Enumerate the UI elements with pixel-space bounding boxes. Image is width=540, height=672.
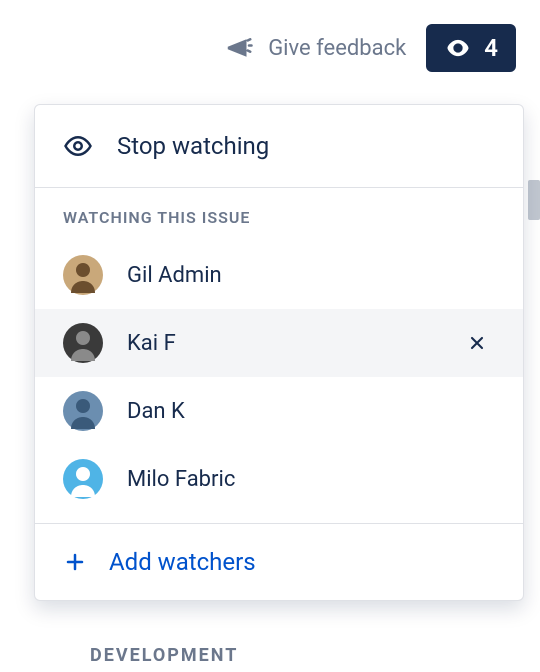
add-watchers-label: Add watchers xyxy=(109,548,256,576)
give-feedback-label: Give feedback xyxy=(268,36,406,61)
watcher-row[interactable]: Kai F xyxy=(35,309,523,377)
top-bar: Give feedback 4 xyxy=(0,0,540,88)
watcher-name: Gil Admin xyxy=(127,263,495,288)
watch-count-button[interactable]: 4 xyxy=(426,24,516,72)
watchers-section-header: WATCHING THIS ISSUE xyxy=(35,188,523,241)
watcher-row[interactable]: Dan K xyxy=(35,377,523,445)
watchers-list: Gil Admin Kai F Dan K Milo Fabric xyxy=(35,241,523,513)
watcher-row[interactable]: Gil Admin xyxy=(35,241,523,309)
watcher-name: Kai F xyxy=(127,331,435,356)
watcher-name: Milo Fabric xyxy=(127,467,495,492)
watcher-name: Dan K xyxy=(127,399,495,424)
eye-icon xyxy=(444,34,472,62)
add-watchers-button[interactable]: Add watchers xyxy=(35,523,523,600)
stop-watching-button[interactable]: Stop watching xyxy=(35,105,523,188)
give-feedback-link[interactable]: Give feedback xyxy=(224,33,406,63)
avatar xyxy=(63,459,103,499)
megaphone-icon xyxy=(224,33,254,63)
avatar xyxy=(63,255,103,295)
scrollbar-thumb[interactable] xyxy=(528,180,540,220)
remove-watcher-button[interactable] xyxy=(459,329,495,357)
close-icon xyxy=(467,333,487,353)
avatar xyxy=(63,323,103,363)
avatar xyxy=(63,391,103,431)
plus-icon xyxy=(63,550,87,574)
watcher-row[interactable]: Milo Fabric xyxy=(35,445,523,513)
eye-icon xyxy=(63,131,93,161)
watchers-dropdown: Stop watching WATCHING THIS ISSUE Gil Ad… xyxy=(34,104,524,601)
background-section-label: DEVELOPMENT xyxy=(90,645,238,666)
watch-count-value: 4 xyxy=(484,34,498,62)
stop-watching-label: Stop watching xyxy=(117,132,269,160)
